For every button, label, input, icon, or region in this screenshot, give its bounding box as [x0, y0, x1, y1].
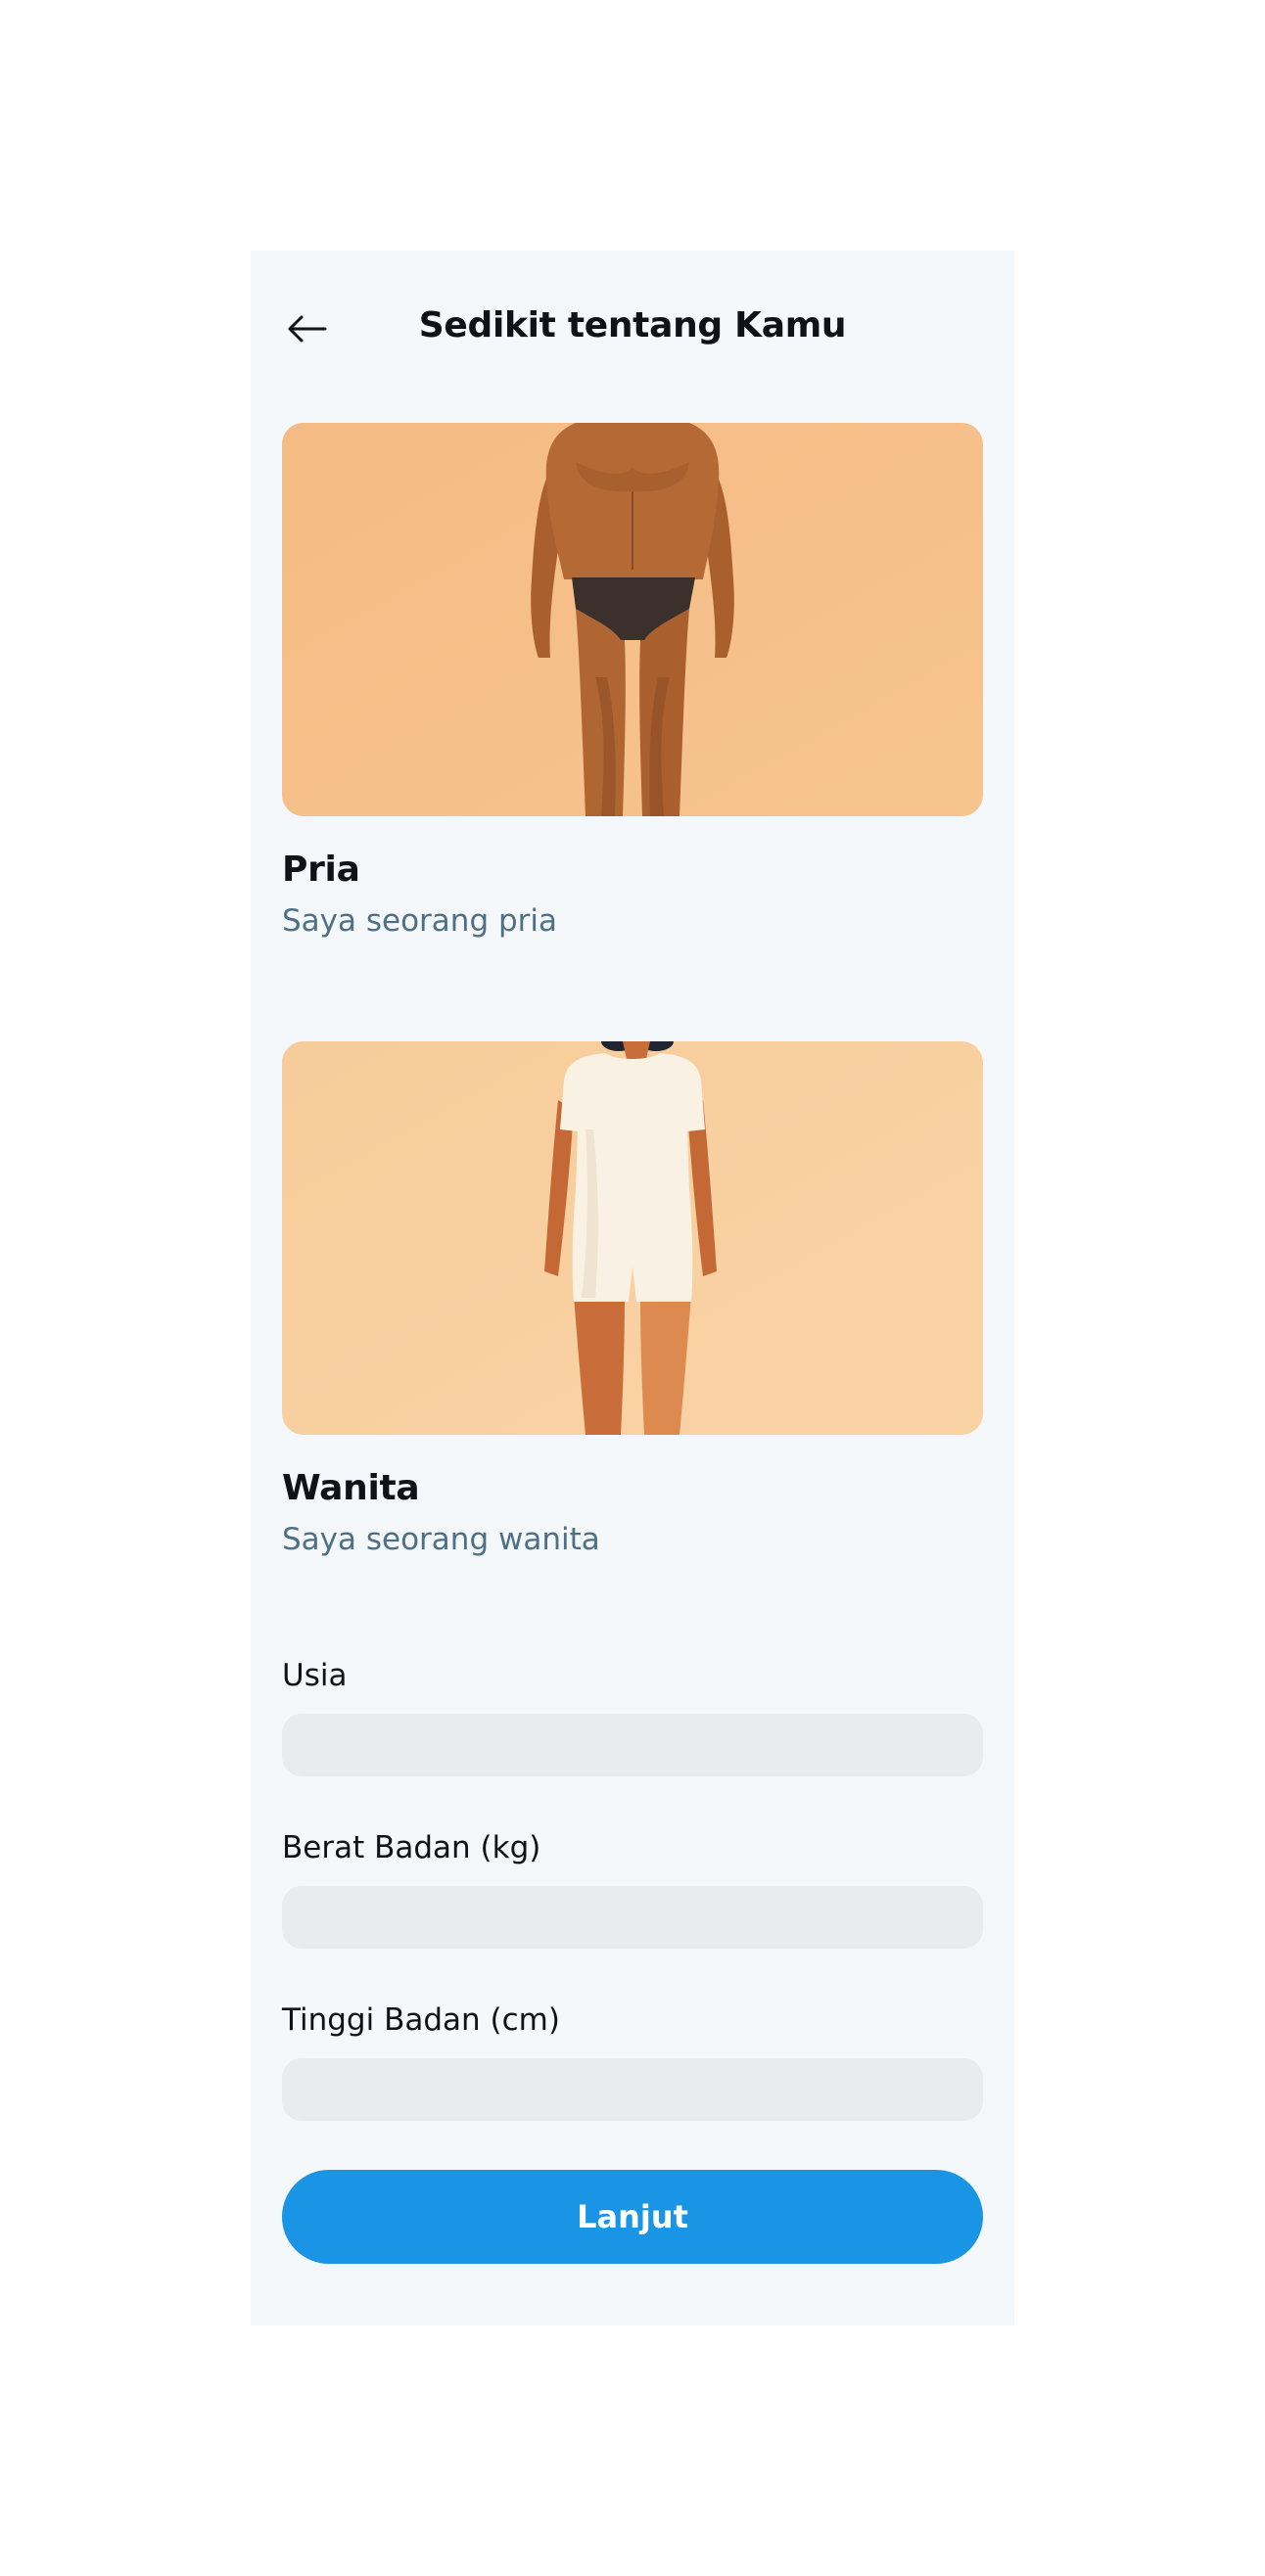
weight-input[interactable] — [282, 1886, 983, 1949]
height-label: Tinggi Badan (cm) — [282, 2002, 560, 2038]
male-body-illustration — [282, 423, 983, 816]
weight-label: Berat Badan (kg) — [282, 1830, 541, 1865]
header: Sedikit tentang Kamu — [251, 251, 1014, 407]
continue-button[interactable]: Lanjut — [282, 2170, 983, 2264]
option-subtitle: Saya seorang pria — [282, 903, 558, 939]
age-label: Usia — [282, 1658, 348, 1693]
age-input[interactable] — [282, 1714, 983, 1776]
option-subtitle: Saya seorang wanita — [282, 1522, 600, 1557]
page-title: Sedikit tentang Kamu — [418, 305, 847, 345]
option-title: Pria — [282, 850, 360, 890]
profile-setup-screen: Sedikit tentang Kamu Pria Saya seorang p… — [251, 251, 1014, 2325]
female-body-illustration — [282, 1041, 983, 1435]
height-input[interactable] — [282, 2058, 983, 2121]
gender-option-female[interactable]: Wanita Saya seorang wanita — [282, 1041, 983, 1557]
option-title: Wanita — [282, 1468, 420, 1508]
gender-option-male[interactable]: Pria Saya seorang pria — [282, 423, 983, 939]
